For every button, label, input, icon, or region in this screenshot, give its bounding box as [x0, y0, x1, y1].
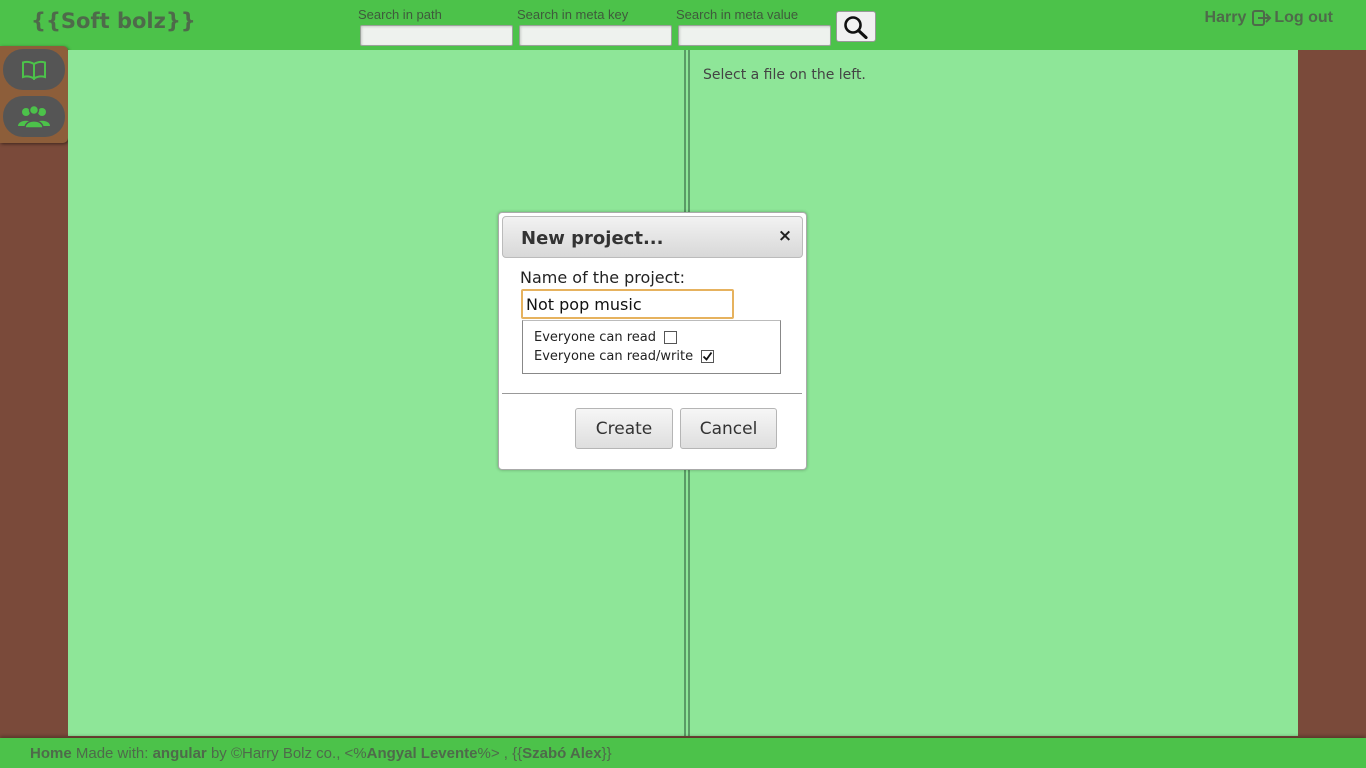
- footer: Home Made with: angular by ©Harry Bolz c…: [0, 738, 1366, 768]
- project-name-input[interactable]: [521, 289, 734, 319]
- footer-sep: %> , {{: [477, 745, 523, 762]
- new-project-dialog: New project... × Name of the project: Ev…: [498, 212, 807, 470]
- search-key-group: Search in meta key: [517, 7, 672, 46]
- everyone-read-checkbox[interactable]: [664, 331, 678, 344]
- search-icon: [844, 15, 868, 39]
- close-icon[interactable]: ×: [777, 227, 793, 245]
- search-key-label: Search in meta key: [517, 7, 629, 22]
- dialog-divider: [502, 393, 802, 394]
- footer-end: }}: [601, 745, 612, 762]
- checkmark-icon: [702, 351, 713, 361]
- search-value-label: Search in meta value: [676, 7, 799, 22]
- search-path-label: Search in path: [358, 7, 442, 22]
- logout-icon: [1252, 10, 1272, 26]
- project-name-label: Name of the project:: [520, 268, 686, 287]
- footer-framework: angular: [152, 745, 207, 762]
- option-label: Everyone can read/write: [534, 349, 694, 364]
- permissions-fieldset: Everyone can read Everyone can read/writ…: [522, 320, 781, 374]
- create-button[interactable]: Create: [575, 408, 673, 449]
- search-value-group: Search in meta value: [676, 7, 831, 46]
- option-everyone-read-write: Everyone can read/write: [534, 349, 715, 364]
- sidebar-item-users[interactable]: [3, 96, 65, 137]
- select-file-hint: Select a file on the left.: [703, 67, 866, 83]
- footer-home-link[interactable]: Home: [30, 745, 72, 762]
- logout-link[interactable]: Log out: [1252, 9, 1333, 27]
- footer-by: by ©Harry Bolz co., <%: [210, 745, 367, 762]
- cancel-button[interactable]: Cancel: [680, 408, 777, 449]
- top-bar: {{Soft bolz}} Search in path Search in m…: [0, 0, 1366, 50]
- side-menu: [0, 46, 68, 143]
- search-key-input[interactable]: [519, 25, 672, 46]
- option-everyone-read: Everyone can read: [534, 330, 678, 345]
- option-label: Everyone can read: [534, 330, 657, 345]
- book-icon: [22, 60, 46, 80]
- search-button[interactable]: [836, 11, 876, 42]
- search-value-input[interactable]: [678, 25, 831, 46]
- footer-author-2: Szabó Alex: [522, 745, 602, 762]
- footer-made-with: Made with:: [75, 745, 149, 762]
- dialog-title: New project...: [521, 228, 664, 249]
- user-name[interactable]: Harry: [1205, 9, 1247, 27]
- everyone-read-write-checkbox[interactable]: [701, 350, 715, 363]
- user-area: Harry Log out: [1205, 7, 1333, 29]
- app-logo[interactable]: {{Soft bolz}}: [31, 9, 196, 33]
- dialog-header[interactable]: New project... ×: [502, 216, 803, 258]
- users-icon: [18, 104, 50, 129]
- footer-author-1: Angyal Levente: [366, 745, 478, 762]
- search-path-input[interactable]: [360, 25, 513, 46]
- logout-label: Log out: [1274, 9, 1333, 26]
- sidebar-item-files[interactable]: [3, 49, 65, 90]
- search-path-group: Search in path: [358, 7, 513, 46]
